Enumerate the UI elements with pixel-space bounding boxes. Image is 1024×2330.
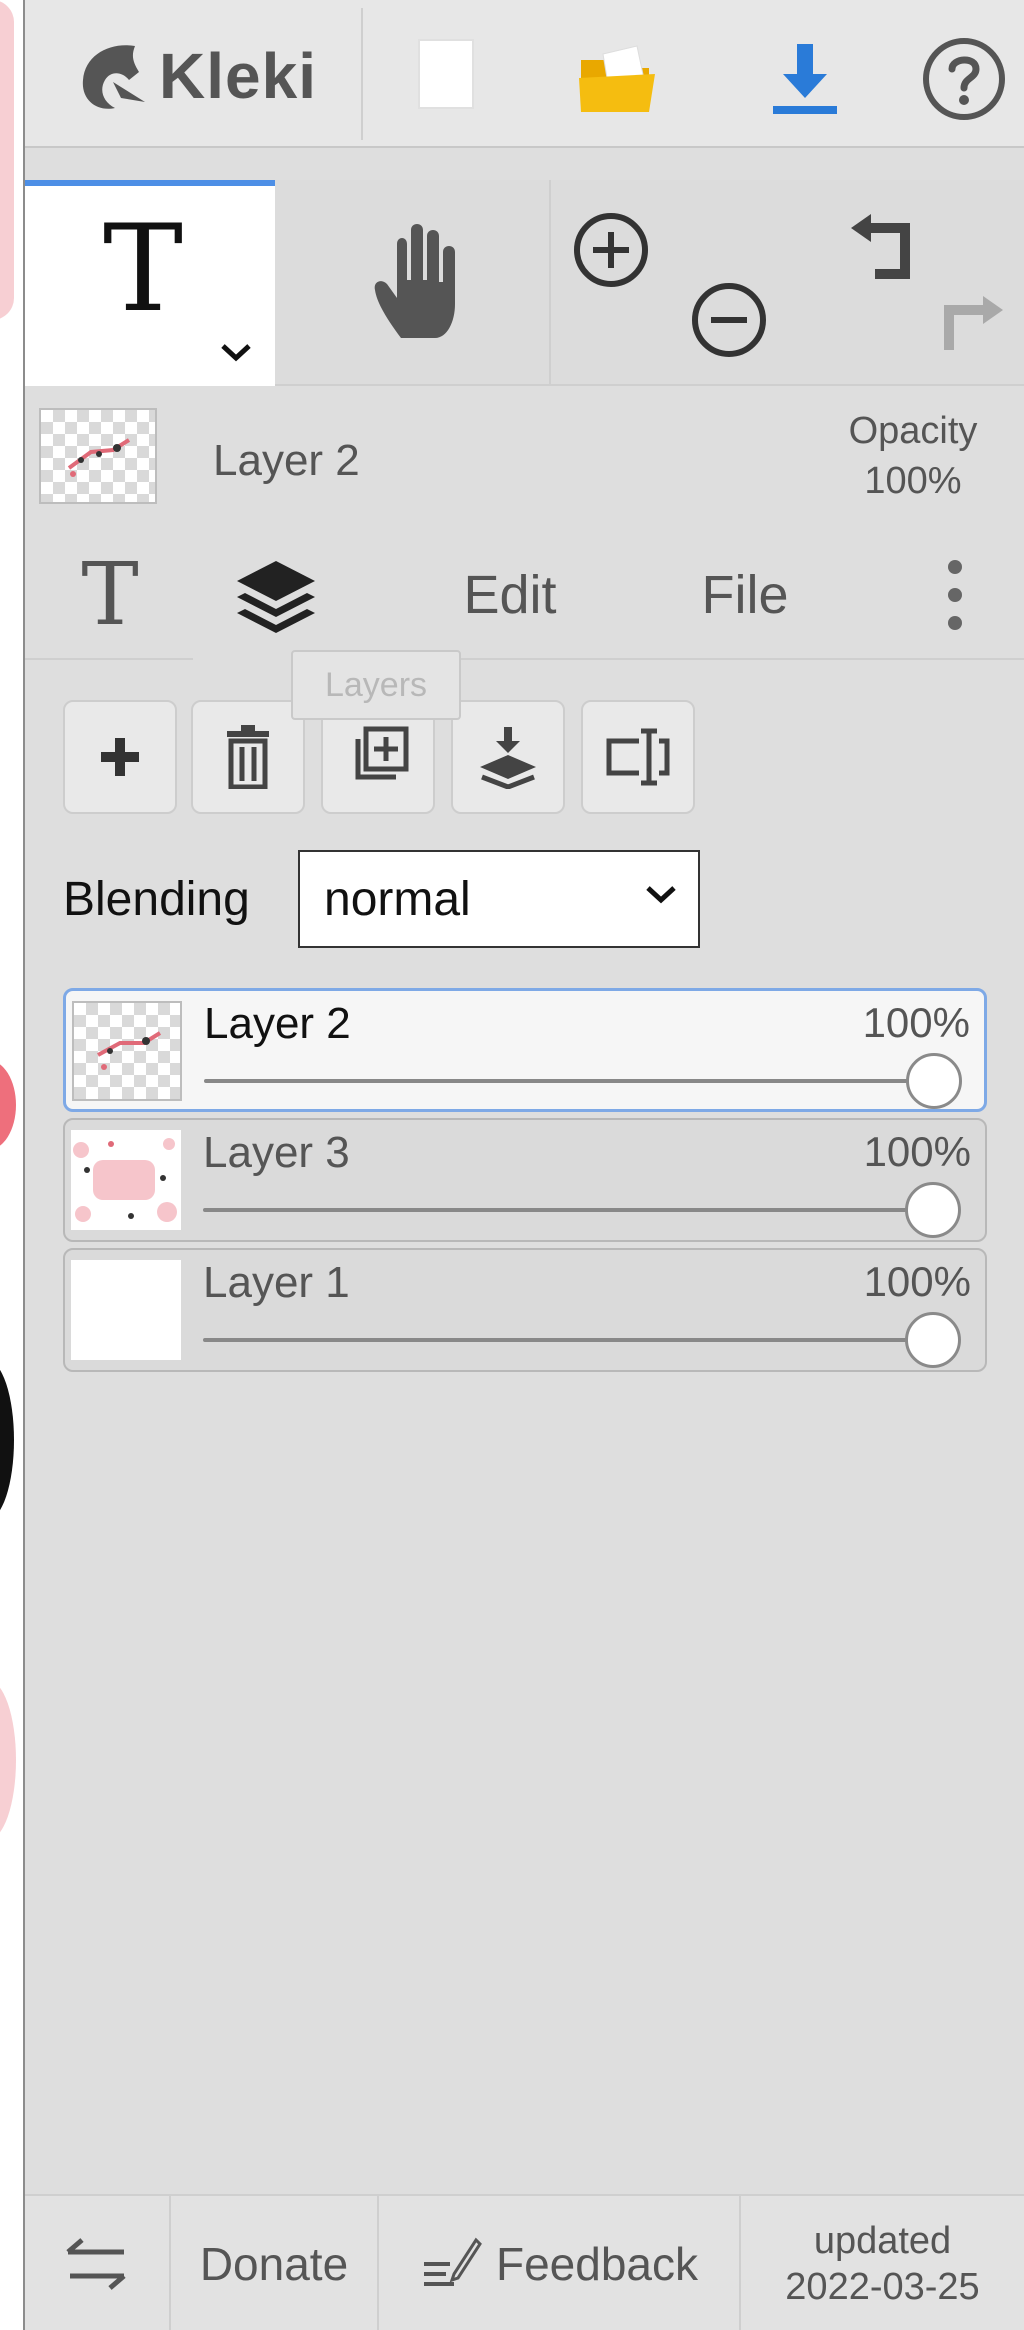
layer-thumbnail xyxy=(71,1130,181,1230)
text-tool-button[interactable]: T xyxy=(25,180,275,386)
current-layer-info: Layer 2 Opacity 100% xyxy=(25,386,1024,516)
drawing-canvas-edge[interactable] xyxy=(0,0,25,2330)
tab-text-tool[interactable]: T xyxy=(45,530,175,660)
layer-opacity-display[interactable]: Opacity 100% xyxy=(815,406,1011,506)
layer-opacity-slider[interactable] xyxy=(204,1079,934,1083)
blank-page-icon xyxy=(418,39,474,109)
feedback-label: Feedback xyxy=(495,2238,698,2290)
updated-label: updated xyxy=(813,2220,952,2262)
layer-opacity-slider[interactable] xyxy=(203,1208,933,1212)
layer-item[interactable]: Layer 2 100% xyxy=(63,988,987,1112)
layers-icon xyxy=(237,561,315,633)
layer-name: Layer 2 xyxy=(204,999,351,1048)
layer-thumbnail-art xyxy=(97,1031,162,1070)
tool-row: T xyxy=(25,180,1024,386)
hand-icon xyxy=(374,224,455,338)
layer-thumbnail-art xyxy=(73,1138,177,1222)
zoom-in-button[interactable] xyxy=(571,210,651,295)
blending-label: Blending xyxy=(63,873,250,926)
opacity-value: 100% xyxy=(864,460,962,502)
zoom-out-icon xyxy=(692,283,766,357)
rename-layer-icon xyxy=(606,728,670,786)
feedback-pen-icon xyxy=(423,2237,482,2286)
opacity-label: Opacity xyxy=(848,410,978,452)
layer-item[interactable]: Layer 1 100% xyxy=(63,1248,987,1372)
blending-mode-value: normal xyxy=(324,872,471,926)
help-button[interactable] xyxy=(921,36,1007,127)
layer-item[interactable]: Layer 3 100% xyxy=(63,1118,987,1242)
new-image-button[interactable] xyxy=(411,34,481,119)
swap-panel-side-button[interactable] xyxy=(25,2196,171,2330)
layer-thumbnail-art xyxy=(67,438,131,477)
more-vertical-icon xyxy=(948,560,962,630)
current-layer-thumbnail xyxy=(39,408,157,504)
tab-row: T Edit File xyxy=(25,530,1024,660)
opacity-slider-handle[interactable] xyxy=(905,1312,961,1368)
side-panel: Kleki T Layer 2 Opacity 100% T Edit File… xyxy=(25,0,1024,2330)
undo-icon xyxy=(851,214,910,279)
opacity-slider-handle[interactable] xyxy=(905,1182,961,1238)
logo-text: Kleki xyxy=(159,40,317,112)
duplicate-layer-icon xyxy=(355,726,409,780)
download-icon xyxy=(773,44,837,114)
top-bar: Kleki xyxy=(25,0,1024,148)
tab-layers[interactable] xyxy=(193,530,359,660)
text-tool-icon: T xyxy=(103,200,184,339)
zoom-in-icon xyxy=(574,213,648,287)
merge-down-icon xyxy=(480,727,536,789)
feedback-button[interactable]: Feedback xyxy=(379,2196,741,2330)
layer-opacity-value: 100% xyxy=(863,1128,971,1175)
redo-icon xyxy=(944,296,1003,350)
tab-edit[interactable]: Edit xyxy=(405,530,615,660)
layer-opacity-slider[interactable] xyxy=(203,1338,933,1342)
add-layer-button[interactable] xyxy=(63,700,177,814)
blending-mode-select[interactable]: normal xyxy=(298,850,700,948)
folder-icon xyxy=(579,45,655,112)
kleki-bird-icon xyxy=(82,45,145,109)
merge-down-button[interactable] xyxy=(451,700,565,814)
tab-file[interactable]: File xyxy=(645,530,845,660)
layer-opacity-value: 100% xyxy=(863,1258,971,1305)
swap-arrows-icon xyxy=(66,2238,126,2290)
hand-tool-button[interactable] xyxy=(275,180,551,386)
layer-thumbnail xyxy=(71,1260,181,1360)
undo-button[interactable] xyxy=(845,210,919,295)
tab-more[interactable] xyxy=(915,530,995,660)
rename-layer-button[interactable] xyxy=(581,700,695,814)
layer-thumbnail xyxy=(72,1001,182,1101)
chevron-down-icon xyxy=(646,886,676,904)
delete-layer-button[interactable] xyxy=(191,700,305,814)
donate-button[interactable]: Donate xyxy=(171,2196,379,2330)
delete-layer-icon xyxy=(227,725,269,789)
updated-info[interactable]: updated 2022-03-25 xyxy=(741,2196,1024,2330)
layer-opacity-value: 100% xyxy=(862,999,970,1046)
chevron-down-icon[interactable] xyxy=(219,340,253,364)
kleki-logo[interactable]: Kleki xyxy=(73,36,317,116)
add-layer-icon xyxy=(101,738,139,776)
question-icon xyxy=(923,38,1005,120)
open-button[interactable] xyxy=(573,40,663,125)
zoom-out-button[interactable] xyxy=(689,280,769,365)
opacity-slider-handle[interactable] xyxy=(906,1053,962,1109)
footer-bar: Donate Feedback updated 2022-03-25 xyxy=(25,2194,1024,2330)
save-button[interactable] xyxy=(765,40,845,125)
current-layer-name: Layer 2 xyxy=(213,436,360,485)
redo-button[interactable] xyxy=(935,280,1009,365)
layer-name: Layer 1 xyxy=(203,1258,350,1307)
layers-tooltip: Layers xyxy=(291,650,461,720)
layer-name: Layer 3 xyxy=(203,1128,350,1177)
updated-date: 2022-03-25 xyxy=(785,2266,980,2308)
